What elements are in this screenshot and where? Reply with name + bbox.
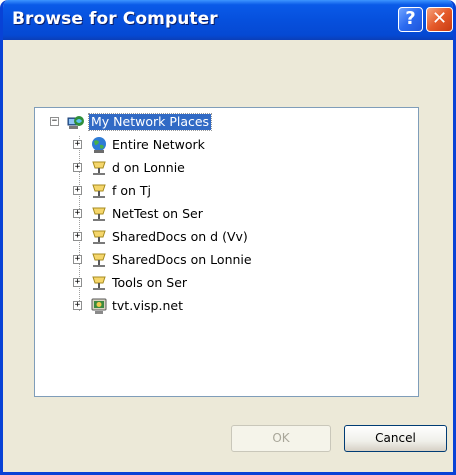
network-drive-icon	[92, 253, 106, 267]
ok-button[interactable]: OK	[231, 425, 331, 452]
close-button[interactable]: ✕	[426, 7, 453, 32]
expand-toggle[interactable]: +	[73, 186, 82, 195]
cancel-button[interactable]: Cancel	[344, 425, 447, 452]
close-icon: ✕	[431, 8, 448, 29]
tree-item-label: Entire Network	[112, 137, 205, 152]
tree-item-label: Tools on Ser	[112, 275, 188, 290]
help-icon: ?	[405, 8, 416, 29]
network-drive-icon	[92, 184, 106, 198]
expand-toggle[interactable]: +	[73, 140, 82, 149]
network-drive-icon	[92, 161, 106, 175]
expand-toggle[interactable]: +	[73, 278, 82, 287]
computer-icon	[91, 298, 107, 314]
tree-item-label: SharedDocs on d (Vv)	[112, 229, 248, 244]
expand-toggle[interactable]: +	[73, 163, 82, 172]
tree-item-label: d on Lonnie	[112, 160, 185, 175]
expand-toggle[interactable]: +	[73, 301, 82, 310]
tree-item-label: f on Tj	[112, 183, 152, 198]
expand-toggle[interactable]: +	[73, 232, 82, 241]
tree-item-label: tvt.visp.net	[112, 298, 183, 313]
network-drive-icon	[92, 207, 106, 221]
network-places-icon	[67, 116, 84, 129]
help-button[interactable]: ?	[398, 7, 423, 32]
tree-item-label: SharedDocs on Lonnie	[112, 252, 252, 267]
folder-tree[interactable]: − My Network Places + Entire Network + d…	[34, 107, 419, 397]
network-drive-icon	[92, 230, 106, 244]
tree-item-label-selected: My Network Places	[87, 113, 213, 131]
globe-icon	[92, 137, 106, 153]
expand-toggle[interactable]: +	[73, 209, 82, 218]
tree-item-label: NetTest on Ser	[112, 206, 203, 221]
window-title: Browse for Computer	[12, 9, 218, 29]
title-bar[interactable]: Browse for Computer ? ✕	[3, 0, 453, 40]
network-drive-icon	[92, 276, 106, 290]
browse-for-computer-dialog: Browse for Computer ? ✕ − My Network Pla…	[0, 0, 456, 475]
expand-toggle[interactable]: +	[73, 255, 82, 264]
collapse-toggle[interactable]: −	[50, 117, 59, 126]
